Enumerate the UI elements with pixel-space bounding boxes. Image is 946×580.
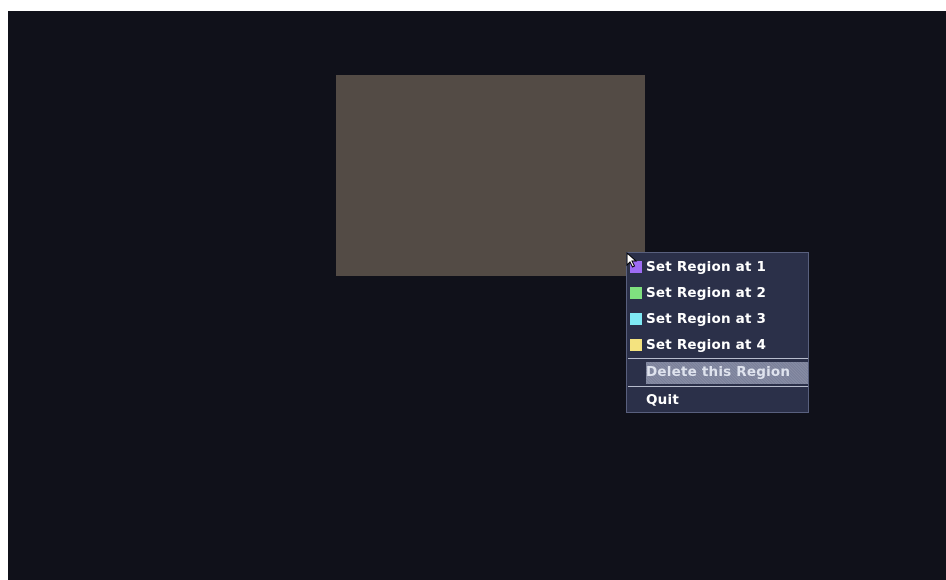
menu-item-label: Set Region at 2 bbox=[646, 285, 767, 301]
menu-item-delete-region[interactable]: Delete this Region bbox=[627, 359, 808, 386]
menu-item-label: Set Region at 3 bbox=[646, 311, 767, 327]
menu-item-label: Set Region at 4 bbox=[646, 337, 767, 353]
menu-item-label: Quit bbox=[646, 392, 679, 408]
menu-item-set-region-2[interactable]: Set Region at 2 bbox=[627, 280, 808, 306]
menu-item-quit[interactable]: Quit bbox=[627, 387, 808, 413]
region-2-swatch-icon bbox=[630, 287, 642, 299]
region-4-swatch-icon bbox=[630, 339, 642, 351]
menu-item-set-region-1[interactable]: Set Region at 1 bbox=[627, 254, 808, 280]
menu-item-set-region-3[interactable]: Set Region at 3 bbox=[627, 306, 808, 332]
region-3-swatch-icon bbox=[630, 313, 642, 325]
mouse-pointer-icon bbox=[626, 252, 638, 268]
menu-item-set-region-4[interactable]: Set Region at 4 bbox=[627, 332, 808, 358]
menu-item-label: Set Region at 1 bbox=[646, 259, 767, 275]
selected-region[interactable] bbox=[336, 75, 645, 276]
menu-item-label: Delete this Region bbox=[646, 364, 791, 380]
context-menu: Set Region at 1 Set Region at 2 Set Regi… bbox=[626, 252, 809, 413]
